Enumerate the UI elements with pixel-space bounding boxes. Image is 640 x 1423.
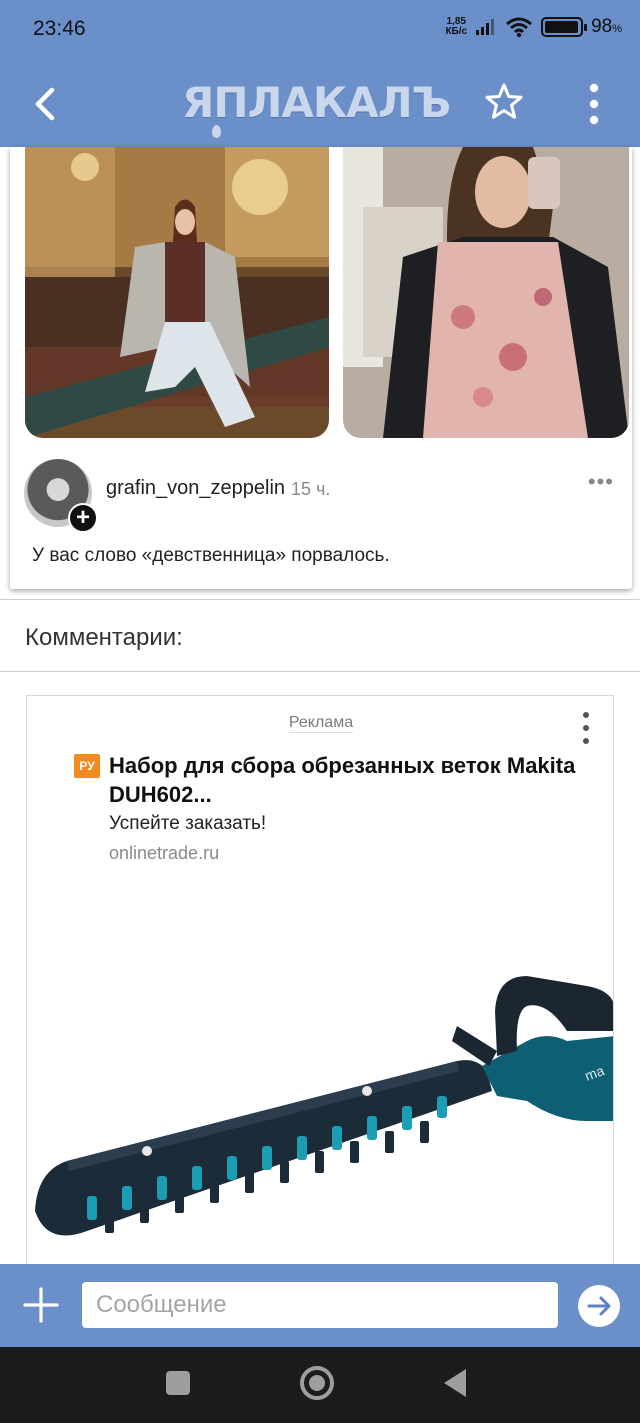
attach-plus-icon[interactable] (22, 1286, 60, 1324)
ad-subtitle: Успейте заказать! (109, 813, 267, 834)
wifi-icon (506, 17, 533, 38)
message-bar (0, 1264, 640, 1347)
home-icon[interactable] (300, 1366, 334, 1400)
post-photo-dress[interactable] (343, 147, 629, 438)
post-username[interactable]: grafin_von_zeppelin (106, 477, 285, 500)
site-logo-text: ЯПЛАКАЛЪ (182, 78, 451, 127)
ad-label-text: Реклама (288, 714, 354, 733)
screen: 23:46 1,85 КБ/с 98% ЯПЛАКАЛЪ + grafin_vo… (0, 0, 640, 1423)
post-time: 15 ч. (291, 479, 331, 499)
battery-percent-unit: % (612, 23, 622, 35)
send-button[interactable] (578, 1285, 620, 1327)
system-nav-bar (0, 1347, 640, 1423)
logo-drop-icon (212, 125, 221, 138)
signal-icon (476, 19, 495, 35)
app-header: ЯПЛАКАЛЪ (0, 60, 640, 147)
post-caption: У вас слово «девственница» порвалось. (32, 545, 390, 566)
send-arrow-icon (587, 1296, 611, 1316)
ad-block[interactable]: Реклама РУ Набор для сбора обрезанных ве… (26, 695, 614, 1275)
post-more-icon[interactable]: ••• (588, 471, 614, 493)
battery-percent: 98% (591, 16, 622, 38)
recent-apps-icon[interactable] (166, 1371, 190, 1395)
site-logo[interactable]: ЯПЛАКАЛЪ (182, 78, 462, 138)
post-photo-theater[interactable] (25, 147, 329, 438)
ad-label: Реклама (27, 714, 613, 733)
battery-icon (541, 17, 588, 37)
ad-title[interactable]: Набор для сбора обрезанных веток Makita … (109, 751, 579, 809)
post-card: + grafin_von_zeppelin 15 ч. ••• У вас сл… (10, 147, 632, 589)
ad-product-image[interactable]: ma (27, 971, 614, 1275)
back-arrow-icon[interactable] (24, 82, 68, 126)
status-time: 23:46 (33, 17, 86, 40)
comments-title: Комментарии: (25, 624, 183, 651)
divider (0, 599, 640, 600)
battery-percent-value: 98 (591, 16, 613, 37)
ad-more-icon[interactable] (581, 711, 591, 745)
network-speed: 1,85 КБ/с (445, 17, 467, 37)
system-back-icon[interactable] (444, 1369, 466, 1397)
status-icons: 1,85 КБ/с 98% (445, 16, 622, 38)
star-icon[interactable] (482, 80, 526, 124)
ad-domain[interactable]: onlinetrade.ru (109, 843, 219, 864)
ad-source-badge: РУ (74, 754, 100, 778)
divider (0, 671, 640, 672)
more-vertical-icon[interactable] (580, 82, 608, 126)
post-author[interactable]: + grafin_von_zeppelin 15 ч. (24, 459, 331, 533)
message-input[interactable] (82, 1282, 558, 1328)
avatar[interactable]: + (24, 459, 98, 533)
follow-plus-icon[interactable]: + (68, 503, 98, 533)
network-speed-unit: КБ/с (445, 26, 468, 37)
status-bar: 23:46 1,85 КБ/с 98% (0, 0, 640, 60)
